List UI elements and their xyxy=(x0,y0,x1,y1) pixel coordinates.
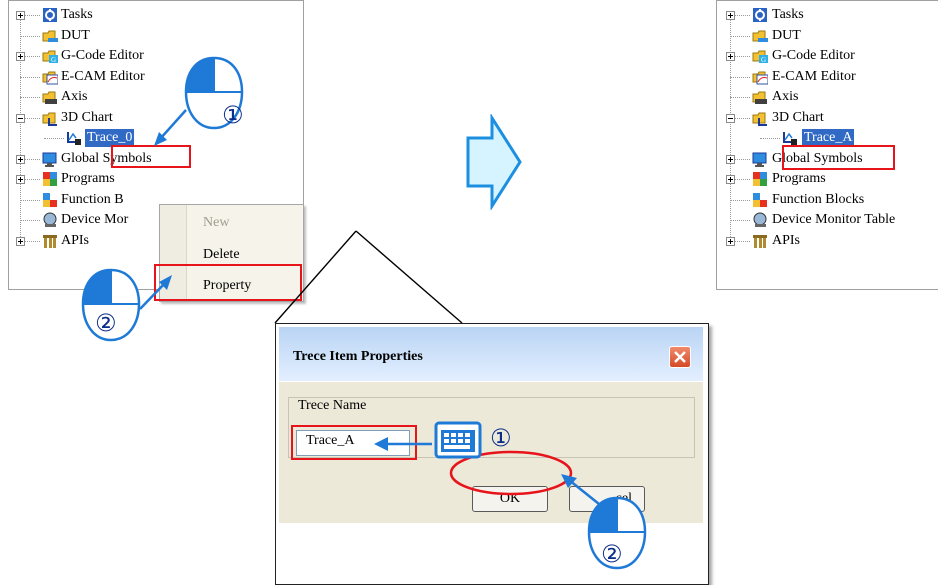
ok-click-arrow-icon xyxy=(561,474,600,505)
trace-name-label: Trece Name xyxy=(298,398,367,413)
dialog-title: Trece Item Properties xyxy=(293,349,423,364)
input-arrow-icon xyxy=(374,437,432,451)
step-marker-1-mouse: ① xyxy=(222,101,244,129)
dialog-title-bar: Trece Item Properties xyxy=(279,327,703,381)
step-marker-2-dialog: ② xyxy=(601,540,623,568)
step-marker-1-dialog: ① xyxy=(490,424,512,452)
keyboard-icon xyxy=(434,421,482,459)
close-icon xyxy=(674,351,686,363)
dialog-close-button[interactable] xyxy=(669,346,691,368)
step-marker-2-mouse: ② xyxy=(95,309,117,337)
